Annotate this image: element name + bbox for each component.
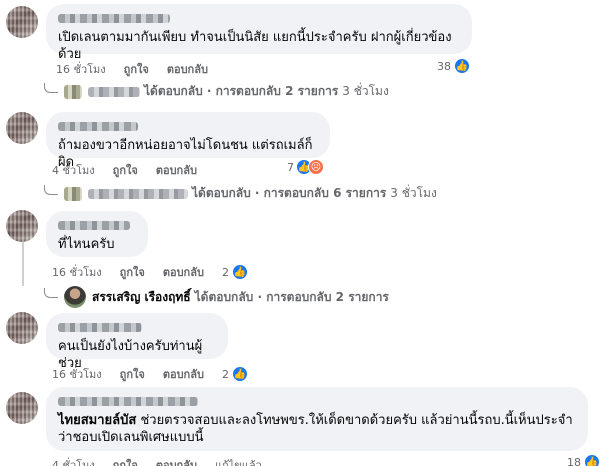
reply-button[interactable]: ตอบกลับ xyxy=(156,161,197,179)
reply-button[interactable]: ตอบกลับ xyxy=(163,365,204,383)
commenter-avatar[interactable] xyxy=(6,210,38,242)
comment-timestamp[interactable]: 4 ชั่วโมง xyxy=(52,161,95,179)
comment-bubble: เปิดเลนตามมากันเพียบ ทำจนเป็นนิสัย แยกนี… xyxy=(46,4,472,62)
reply-author-blurred xyxy=(88,188,188,199)
reply-arrow-icon xyxy=(44,288,58,298)
comment-body: ช่วยตรวจสอบและลงโทษพขร.ให้เด็ดขาดด้วยครั… xyxy=(58,413,573,445)
thread-line xyxy=(22,242,24,286)
comment-text: ไทยสมายล์บัส ช่วยตรวจสอบและลงโทษพขร.ให้เ… xyxy=(58,412,576,446)
reply-button[interactable]: ตอบกลับ xyxy=(167,60,208,78)
reaction-count: 7 xyxy=(287,160,294,174)
reply-button[interactable]: ตอบกลับ xyxy=(156,456,197,466)
commenter-avatar[interactable] xyxy=(6,112,38,144)
comment-bubble: ไทยสมายล์บัส ช่วยตรวจสอบและลงโทษพขร.ให้เ… xyxy=(46,387,588,451)
reaction-count: 2 xyxy=(221,265,229,279)
thumbs-up-icon: 👍 xyxy=(231,366,248,382)
reply-author-blurred xyxy=(88,86,140,97)
like-button[interactable]: ถูกใจ xyxy=(113,161,138,179)
reaction-summary[interactable]: 2 👍 xyxy=(222,264,266,280)
reply-avatar-blurred xyxy=(64,84,82,99)
comment-bubble: คนเป็นยังไงบ้างครับท่านผู้ช่วย xyxy=(46,313,228,371)
reply-author-avatar[interactable] xyxy=(64,286,86,308)
reaction-summary[interactable]: 18 👍 xyxy=(567,454,600,466)
comment-timestamp[interactable]: 4 ชั่วโมง xyxy=(52,456,95,466)
commenter-avatar[interactable] xyxy=(6,6,38,38)
angry-face-icon: ☹ xyxy=(308,159,324,175)
commenter-avatar[interactable] xyxy=(6,392,38,424)
comment-actions: 16 ชั่วโมง ถูกใจ ตอบกลับ 2 👍 xyxy=(52,365,266,383)
comment-timestamp[interactable]: 16 ชั่วโมง xyxy=(52,263,102,281)
view-replies-link[interactable]: ได้ตอบกลับ · การตอบกลับ 2 รายการ 3 ชั่วโ… xyxy=(44,82,389,101)
view-replies-link[interactable]: สรรเสริญ เรืองฤทธิ์ ได้ตอบกลับ · การตอบก… xyxy=(44,286,389,308)
like-button[interactable]: ถูกใจ xyxy=(124,60,149,78)
reply-summary: ได้ตอบกลับ · การตอบกลับ 2 รายการ xyxy=(194,289,389,304)
comment-timestamp[interactable]: 16 ชั่วโมง xyxy=(56,60,106,78)
reaction-summary[interactable]: 7 👍 ☹ xyxy=(287,159,324,175)
comment-text: เปิดเลนตามมากันเพียบ ทำจนเป็นนิสัย แยกนี… xyxy=(58,30,452,62)
reply-avatar-blurred xyxy=(64,186,82,201)
reply-arrow-icon xyxy=(44,82,58,93)
comment-bubble: ที่ไหนครับ xyxy=(46,211,148,257)
thumbs-up-icon: 👍 xyxy=(231,264,248,280)
reaction-summary[interactable]: 38 👍 xyxy=(437,58,470,74)
comment-actions: 16 ชั่วโมง ถูกใจ ตอบกลับ xyxy=(56,60,226,78)
comment-timestamp[interactable]: 16 ชั่วโมง xyxy=(52,365,102,383)
comment-bubble: ถ้ามองขวาอีกหน่อยอาจไม่โดนชน แต่รถเมล์ก็… xyxy=(46,112,330,170)
commenter-name-blurred[interactable] xyxy=(58,122,138,131)
reply-time: 3 ชั่วโมง xyxy=(390,186,437,200)
commenter-name-blurred[interactable] xyxy=(58,221,130,230)
reply-author-name[interactable]: สรรเสริญ เรืองฤทธิ์ xyxy=(92,288,191,307)
commenter-name-blurred[interactable] xyxy=(58,323,142,332)
reply-arrow-icon xyxy=(44,184,58,195)
commenter-avatar[interactable] xyxy=(6,312,38,344)
reaction-count: 38 xyxy=(437,59,451,73)
reply-button[interactable]: ตอบกลับ xyxy=(163,263,204,281)
thumbs-up-icon: 👍 xyxy=(584,454,600,466)
reply-summary: ได้ตอบกลับ · การตอบกลับ 6 รายการ xyxy=(192,186,387,200)
comment-actions: 16 ชั่วโมง ถูกใจ ตอบกลับ 2 👍 xyxy=(52,263,266,281)
comment-text: ที่ไหนครับ xyxy=(58,237,115,252)
like-button[interactable]: ถูกใจ xyxy=(113,456,138,466)
reaction-count: 18 xyxy=(567,455,581,466)
comment-actions: 4 ชั่วโมง ถูกใจ ตอบกลับ xyxy=(52,161,215,179)
edited-label: แก้ไขแล้ว xyxy=(214,459,262,466)
reply-time: 3 ชั่วโมง xyxy=(342,84,389,98)
reaction-count: 2 xyxy=(221,367,229,381)
reply-summary: ได้ตอบกลับ · การตอบกลับ 2 รายการ xyxy=(144,84,339,98)
like-button[interactable]: ถูกใจ xyxy=(120,263,145,281)
reaction-summary[interactable]: 2 👍 xyxy=(222,366,266,382)
mention-link[interactable]: ไทยสมายล์บัส xyxy=(58,413,136,428)
view-replies-link[interactable]: ได้ตอบกลับ · การตอบกลับ 6 รายการ 3 ชั่วโ… xyxy=(44,184,437,203)
comment-actions: 4 ชั่วโมง ถูกใจ ตอบกลับ แก้ไขแล้ว xyxy=(52,456,280,466)
commenter-name-blurred[interactable] xyxy=(58,14,170,23)
thumbs-up-icon: 👍 xyxy=(454,58,470,74)
commenter-name-blurred[interactable] xyxy=(58,397,198,406)
like-button[interactable]: ถูกใจ xyxy=(120,365,145,383)
